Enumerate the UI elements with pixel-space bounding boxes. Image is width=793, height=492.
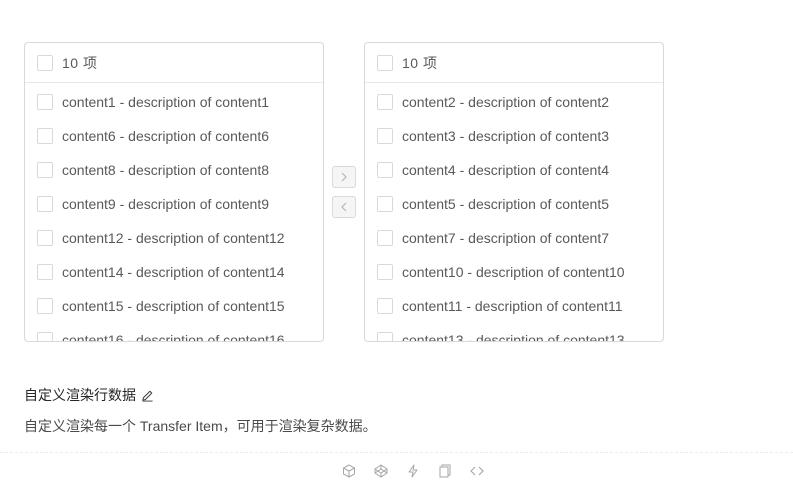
item-label: content13 - description of content13: [402, 332, 625, 341]
item-label: content9 - description of content9: [62, 196, 270, 212]
item-checkbox[interactable]: [377, 196, 393, 212]
item-checkbox[interactable]: [37, 332, 53, 341]
transfer-list-source: 10 项 content1 - description of content1 …: [24, 42, 324, 342]
item-label: content4 - description of content4: [402, 162, 610, 178]
codepen-icon[interactable]: [372, 462, 390, 480]
code-actions: [340, 462, 486, 480]
expand-code-icon[interactable]: [468, 462, 486, 480]
move-left-button[interactable]: [332, 196, 356, 218]
chevron-right-icon: [341, 172, 347, 182]
item-count: 10 项: [402, 54, 438, 71]
list-item[interactable]: content7 - description of content7: [365, 221, 663, 255]
list-item[interactable]: content4 - description of content4: [365, 153, 663, 187]
item-checkbox[interactable]: [37, 230, 53, 246]
demo-title-text: 自定义渲染行数据: [24, 387, 136, 403]
item-checkbox[interactable]: [37, 264, 53, 280]
item-label: content15 - description of content15: [62, 298, 285, 314]
dashed-divider: [0, 452, 793, 453]
item-label: content10 - description of content10: [402, 264, 625, 280]
list-item[interactable]: content1 - description of content1: [25, 85, 323, 119]
edit-icon[interactable]: [141, 389, 154, 402]
item-checkbox[interactable]: [377, 332, 393, 341]
list-item[interactable]: content13 - description of content13: [365, 323, 663, 341]
item-label: content7 - description of content7: [402, 230, 610, 246]
item-count: 10 项: [62, 54, 98, 71]
item-label: content16 - description of content16: [62, 332, 285, 341]
transfer-list-header: 10 项: [25, 43, 323, 83]
item-label: content3 - description of content3: [402, 128, 610, 144]
item-label: content11 - description of content11: [402, 298, 623, 314]
list-item[interactable]: content6 - description of content6: [25, 119, 323, 153]
list-item[interactable]: content2 - description of content2: [365, 85, 663, 119]
item-checkbox[interactable]: [377, 128, 393, 144]
item-label: content5 - description of content5: [402, 196, 610, 212]
item-label: content14 - description of content14: [62, 264, 285, 280]
item-checkbox[interactable]: [377, 230, 393, 246]
list-item[interactable]: content15 - description of content15: [25, 289, 323, 323]
item-label: content6 - description of content6: [62, 128, 270, 144]
item-checkbox[interactable]: [37, 196, 53, 212]
item-checkbox[interactable]: [37, 162, 53, 178]
chevron-left-icon: [341, 202, 347, 212]
list-item[interactable]: content14 - description of content14: [25, 255, 323, 289]
list-item[interactable]: content3 - description of content3: [365, 119, 663, 153]
list-item[interactable]: content12 - description of content12: [25, 221, 323, 255]
select-all-checkbox[interactable]: [377, 54, 393, 71]
item-checkbox[interactable]: [37, 128, 53, 144]
transfer-list-body[interactable]: content1 - description of content1 conte…: [25, 84, 323, 341]
list-item[interactable]: content5 - description of content5: [365, 187, 663, 221]
item-label: content1 - description of content1: [62, 94, 270, 110]
transfer-list-body[interactable]: content2 - description of content2 conte…: [365, 84, 663, 341]
riddle-icon[interactable]: [404, 462, 422, 480]
item-checkbox[interactable]: [37, 298, 53, 314]
copy-icon[interactable]: [436, 462, 454, 480]
transfer-operations: [332, 166, 356, 226]
transfer-list-header: 10 项: [365, 43, 663, 83]
transfer: 10 项 content1 - description of content1 …: [24, 42, 664, 342]
item-checkbox[interactable]: [377, 94, 393, 110]
item-checkbox[interactable]: [377, 264, 393, 280]
item-checkbox[interactable]: [377, 298, 393, 314]
list-item[interactable]: content10 - description of content10: [365, 255, 663, 289]
codesandbox-icon[interactable]: [340, 462, 358, 480]
move-right-button[interactable]: [332, 166, 356, 188]
transfer-list-target: 10 项 content2 - description of content2 …: [364, 42, 664, 342]
item-checkbox[interactable]: [377, 162, 393, 178]
list-item[interactable]: content9 - description of content9: [25, 187, 323, 221]
list-item[interactable]: content11 - description of content11: [365, 289, 663, 323]
item-label: content12 - description of content12: [62, 230, 285, 246]
list-item[interactable]: content8 - description of content8: [25, 153, 323, 187]
item-checkbox[interactable]: [37, 94, 53, 110]
demo-description: 自定义渲染每一个 Transfer Item，可用于渲染复杂数据。: [24, 418, 377, 434]
item-label: content8 - description of content8: [62, 162, 270, 178]
list-item[interactable]: content16 - description of content16: [25, 323, 323, 341]
demo-title: 自定义渲染行数据: [24, 385, 158, 405]
item-label: content2 - description of content2: [402, 94, 610, 110]
select-all-checkbox[interactable]: [37, 54, 53, 71]
